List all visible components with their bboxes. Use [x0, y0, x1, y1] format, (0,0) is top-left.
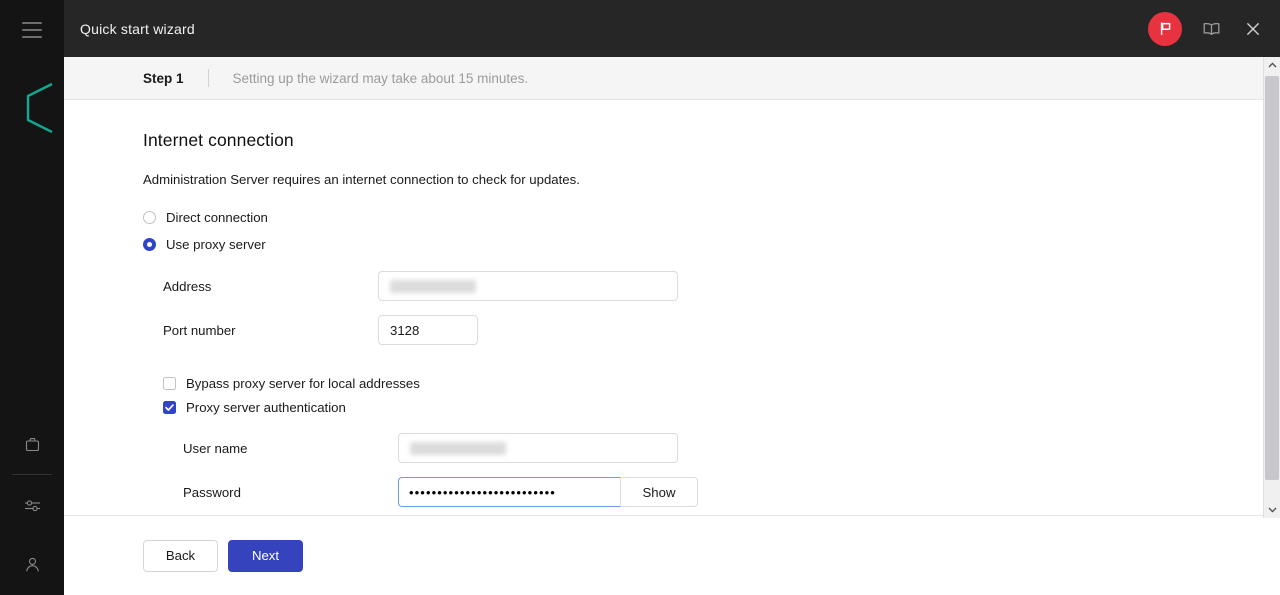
radio-indicator — [143, 238, 156, 251]
scroll-down-icon[interactable] — [1264, 501, 1280, 518]
password-row: Password •••••••••••••••••••••••••• Show — [143, 477, 1280, 507]
hexagon-logo — [22, 82, 68, 134]
address-row: Address — [143, 271, 1280, 301]
scroll-up-icon[interactable] — [1264, 57, 1280, 74]
main-panel: Quick start wizard — [64, 0, 1280, 595]
step-note: Setting up the wizard may take about 15 … — [233, 71, 529, 86]
port-input[interactable]: 3128 — [378, 315, 478, 345]
wizard-footer: Back Next — [64, 515, 1280, 595]
address-label: Address — [143, 279, 378, 294]
page-title: Internet connection — [143, 130, 1280, 151]
checkbox-label: Proxy server authentication — [186, 400, 346, 415]
password-label: Password — [143, 485, 398, 500]
port-row: Port number 3128 — [143, 315, 1280, 345]
window-title: Quick start wizard — [80, 21, 195, 37]
password-input[interactable]: •••••••••••••••••••••••••• — [398, 477, 620, 507]
back-button[interactable]: Back — [143, 540, 218, 572]
redacted-value — [410, 442, 506, 455]
address-input[interactable] — [378, 271, 678, 301]
checkbox-proxy-authentication[interactable]: Proxy server authentication — [143, 395, 1280, 419]
username-row: User name — [143, 433, 1280, 463]
password-group: •••••••••••••••••••••••••• Show — [398, 477, 698, 507]
next-button[interactable]: Next — [228, 540, 303, 572]
scrollbar-track[interactable] — [1264, 74, 1280, 501]
section-description: Administration Server requires an intern… — [143, 172, 1280, 187]
left-sidebar — [0, 0, 64, 595]
sidebar-icon-group — [0, 414, 64, 595]
radio-label: Direct connection — [166, 210, 268, 225]
vertical-scrollbar[interactable] — [1263, 57, 1280, 518]
show-password-button[interactable]: Show — [620, 477, 698, 507]
titlebar-actions — [1148, 12, 1266, 46]
scrollbar-thumb[interactable] — [1265, 76, 1279, 480]
book-icon[interactable] — [1198, 16, 1224, 42]
step-number: Step 1 — [143, 71, 184, 86]
radio-use-proxy-server[interactable]: Use proxy server — [143, 232, 1280, 257]
radio-direct-connection[interactable]: Direct connection — [143, 205, 1280, 230]
checkbox-indicator — [163, 401, 176, 414]
window-titlebar: Quick start wizard — [64, 0, 1280, 57]
flag-icon[interactable] — [1148, 12, 1182, 46]
wizard-content: Internet connection Administration Serve… — [64, 100, 1280, 515]
application-window: Quick start wizard — [0, 0, 1280, 595]
redacted-value — [390, 280, 476, 293]
step-divider — [208, 69, 209, 87]
username-label: User name — [143, 441, 398, 456]
radio-indicator — [143, 211, 156, 224]
sliders-icon[interactable] — [0, 475, 64, 535]
checkbox-bypass-proxy[interactable]: Bypass proxy server for local addresses — [143, 371, 1280, 395]
briefcase-icon[interactable] — [0, 414, 64, 474]
radio-label: Use proxy server — [166, 237, 266, 252]
checkbox-indicator — [163, 377, 176, 390]
port-label: Port number — [143, 323, 378, 338]
step-bar: Step 1 Setting up the wizard may take ab… — [64, 57, 1280, 100]
hamburger-menu-icon[interactable] — [22, 22, 42, 38]
close-icon[interactable] — [1240, 16, 1266, 42]
username-input[interactable] — [398, 433, 678, 463]
user-icon[interactable] — [0, 535, 64, 595]
checkbox-label: Bypass proxy server for local addresses — [186, 376, 420, 391]
